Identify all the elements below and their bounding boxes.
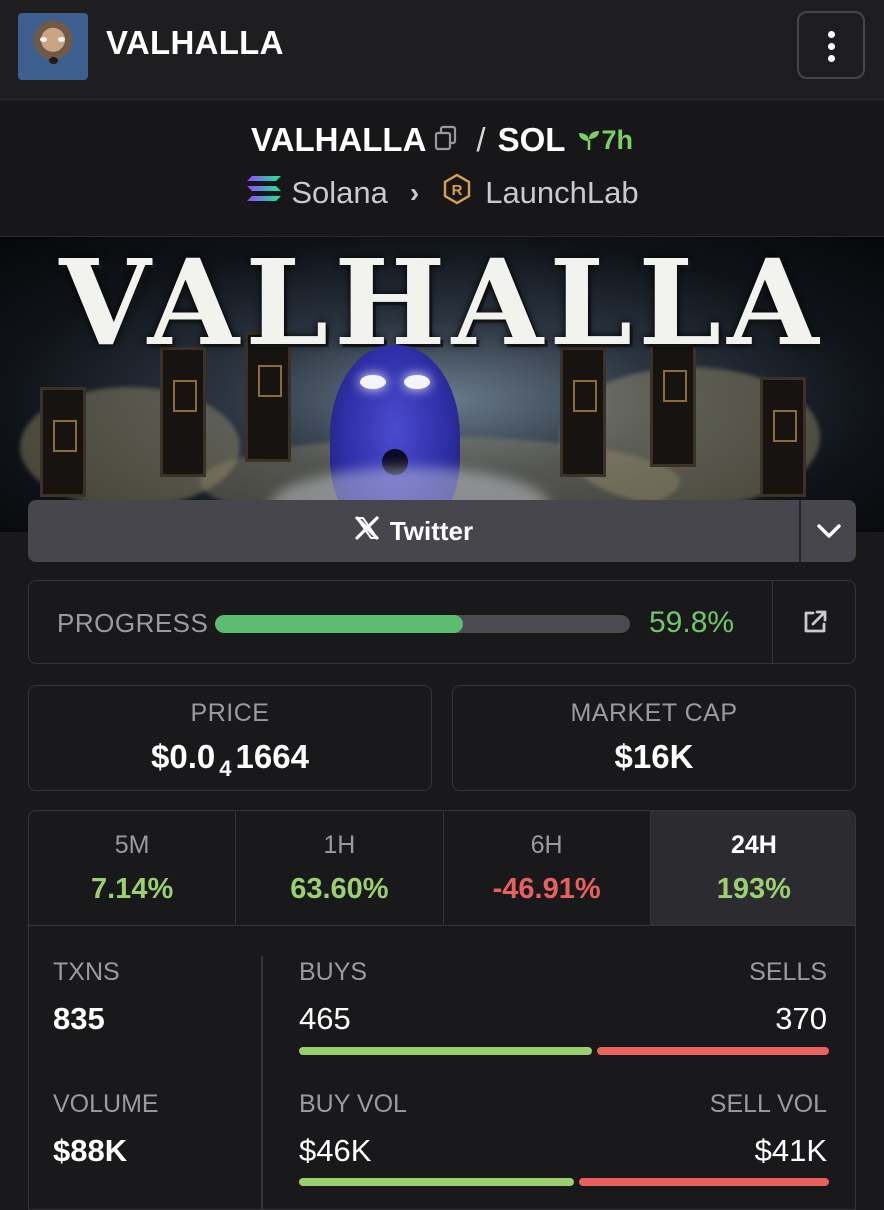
sell-vol-bar [578, 1178, 829, 1186]
avatar-eye-right [58, 37, 65, 42]
sell-vol-value: $41K [754, 1133, 827, 1168]
socials-dropdown-button[interactable] [799, 500, 856, 562]
base-token-symbol: VALHALLA [251, 121, 427, 158]
tab-1h[interactable]: 1H 63.60% [236, 811, 444, 925]
pair-age: 7h [577, 125, 633, 156]
sells-label: SELLS [749, 958, 827, 986]
tab-label: 1H [323, 831, 356, 859]
avatar-eye-left [40, 37, 47, 42]
sells-bar [596, 1047, 829, 1055]
price-value: $0.0 4 1664 [29, 738, 431, 781]
chevron-right-icon: › [409, 177, 420, 208]
twitter-label: Twitter [389, 515, 474, 546]
price-change-5m: 7.14% [91, 873, 174, 905]
chevron-down-icon [816, 524, 841, 538]
tab-6h[interactable]: 6H -46.91% [444, 811, 651, 925]
solana-icon [245, 173, 283, 213]
price-digits: 1664 [235, 738, 309, 775]
tab-label: 6H [530, 831, 563, 859]
volume-value: $88K [53, 1133, 128, 1168]
buys-value: 465 [299, 1001, 351, 1036]
timeframe-stats-panel: 5M 7.14% 1H 63.60% 6H -46.91% 24H 193% T… [28, 810, 856, 1210]
buys-bar [299, 1047, 592, 1055]
timeframe-tabs: 5M 7.14% 1H 63.60% 6H -46.91% 24H 193% [29, 811, 855, 926]
price-zero-count: 4 [219, 756, 232, 781]
price-label: PRICE [190, 699, 270, 727]
progress-bar-fill [215, 615, 464, 633]
market-cap-value: $16K [614, 738, 694, 775]
dex-name[interactable]: LaunchLab [485, 175, 638, 211]
pair-line: VALHALLA / SOL 7h [0, 119, 884, 161]
launchlab-icon: R [441, 173, 473, 213]
tab-label: 24H [730, 831, 777, 859]
external-link-icon [804, 610, 826, 633]
price-change-6h: -46.91% [492, 873, 601, 905]
price-card: PRICE $0.0 4 1664 [28, 685, 432, 791]
price-prefix: $0.0 [151, 738, 216, 775]
progress-value: 59.8% [649, 606, 735, 639]
banner-eye-left [360, 375, 386, 389]
quote-token-symbol: SOL [497, 121, 566, 158]
social-links-bar: Twitter [28, 500, 856, 562]
banner-title-art: VALHALLA [59, 237, 825, 372]
sell-vol-label: SELL VOL [709, 1090, 827, 1118]
bonding-progress-card: PROGRESS 59.8% [28, 580, 856, 664]
twitter-button[interactable]: Twitter [28, 500, 799, 562]
price-change-1h: 63.60% [290, 873, 389, 905]
kebab-menu-icon-dot [828, 43, 835, 50]
token-title: VALHALLA [106, 24, 284, 61]
pair-age-text: 7h [601, 124, 633, 155]
external-link-button[interactable] [772, 581, 856, 663]
kebab-menu-icon-dot [828, 55, 835, 62]
svg-text:R: R [452, 182, 463, 199]
banner-eye-right [404, 375, 430, 389]
market-cap-card: MARKET CAP $16K [452, 685, 856, 791]
x-logo-icon [354, 515, 380, 548]
txns-value: 835 [53, 1001, 105, 1036]
buys-label: BUYS [299, 958, 368, 986]
more-menu-button[interactable] [797, 11, 865, 79]
avatar-mouth [49, 57, 58, 64]
banner-gate [760, 377, 806, 497]
metrics-divider [261, 956, 263, 1209]
progress-bar [215, 615, 630, 633]
buy-vol-bar [299, 1178, 574, 1186]
pair-header: VALHALLA / SOL 7h Solana › R LaunchLab [0, 101, 884, 237]
seedling-icon [579, 131, 600, 150]
pair-separator: / [476, 121, 486, 158]
txns-label: TXNS [53, 958, 120, 986]
chain-name[interactable]: Solana [291, 175, 388, 211]
copy-icon[interactable] [434, 121, 458, 159]
price-change-24h: 193% [716, 873, 791, 905]
tab-label: 5M [114, 831, 150, 859]
token-banner-image: VALHALLA [0, 237, 884, 532]
buy-vol-value: $46K [299, 1133, 372, 1168]
volume-label: VOLUME [53, 1090, 159, 1118]
chain-breadcrumb: Solana › R LaunchLab [0, 171, 884, 215]
tab-5m[interactable]: 5M 7.14% [29, 811, 237, 925]
banner-gate [40, 387, 86, 497]
sells-value: 370 [775, 1001, 827, 1036]
token-avatar[interactable] [18, 13, 88, 80]
market-cap-label: MARKET CAP [570, 699, 738, 727]
buy-vol-label: BUY VOL [299, 1090, 407, 1118]
top-bar: VALHALLA [0, 0, 884, 100]
kebab-menu-icon [828, 31, 835, 38]
progress-label: PROGRESS [57, 608, 209, 638]
tab-24h[interactable]: 24H 193% [650, 811, 855, 925]
